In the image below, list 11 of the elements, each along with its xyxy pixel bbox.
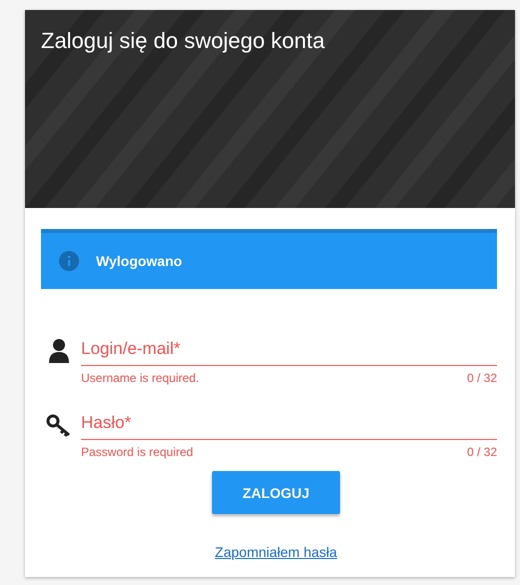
page-title: Zaloguj się do swojego konta [40,27,326,54]
input-field[interactable]: Login/e-mail* [81,333,497,366]
alert-message: Wylogowano [96,253,182,269]
character-counter: 0 / 32 [466,445,497,459]
forgot-password-link[interactable]: Zapomniałem hasła [214,544,338,560]
info-icon [59,251,79,271]
input-field[interactable]: Hasło* [81,407,497,440]
field-hint: Username is required. [81,371,200,385]
field-hint: Password is required [81,445,194,459]
login-button[interactable]: ZALOGUJ [212,471,340,514]
character-counter: 0 / 32 [466,371,497,385]
